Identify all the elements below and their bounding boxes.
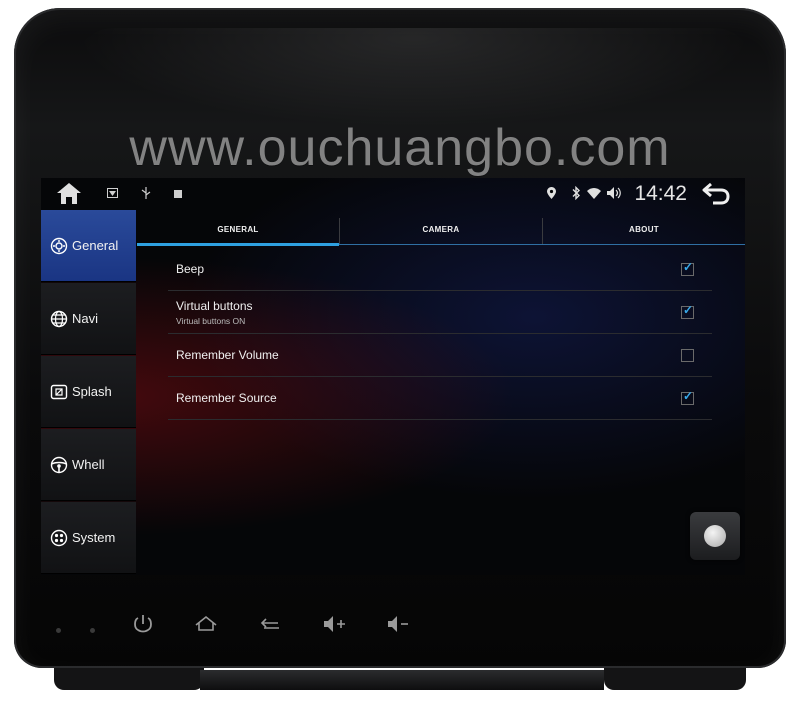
setting-row-virtual-buttons[interactable]: Virtual buttons Virtual buttons ON ✓ (168, 291, 712, 334)
setting-row-remember-source[interactable]: Remember Source ✓ (168, 377, 712, 420)
remember-volume-checkbox[interactable] (681, 349, 694, 362)
location-icon (547, 187, 556, 202)
power-icon[interactable] (130, 612, 156, 636)
remember-source-checkbox[interactable]: ✓ (681, 389, 694, 405)
usb-icon (141, 187, 151, 202)
sidebar-item-system[interactable]: System (41, 502, 136, 574)
checkmark-icon: ✓ (683, 260, 694, 274)
setting-subtitle: Virtual buttons ON (176, 316, 246, 326)
tab-general[interactable]: GENERAL (137, 216, 339, 246)
setting-title: Beep (176, 262, 205, 276)
gear-icon (50, 237, 68, 254)
sidebar-item-label: System (72, 530, 116, 545)
volume-icon (607, 187, 621, 202)
image-icon (50, 384, 68, 399)
indicator-led (56, 628, 61, 633)
system-icon (50, 529, 68, 546)
volume-up-icon[interactable] (322, 612, 348, 636)
assistive-knob-icon (704, 525, 726, 547)
settings-tabs: GENERAL CAMERA ABOUT (137, 216, 745, 248)
back-arrow-icon[interactable] (701, 180, 731, 206)
wifi-icon (587, 187, 601, 202)
sidebar-item-label: General (72, 238, 119, 253)
watermark: www.ouchuangbo.com (129, 119, 671, 177)
mount-foot-left (54, 668, 204, 690)
sidebar-item-whell[interactable]: Whell (41, 429, 136, 501)
bezel-sheen (74, 28, 754, 128)
screenshot-icon (107, 188, 118, 201)
settings-sidebar: General Navi Splash Whell System (41, 210, 137, 575)
bottom-trim (200, 670, 604, 690)
setting-title: Remember Source (176, 391, 277, 405)
floating-assistive-button[interactable] (690, 512, 740, 560)
setting-row-beep[interactable]: Beep ✓ (168, 248, 712, 291)
sidebar-item-label: Splash (72, 384, 112, 399)
tab-camera[interactable]: CAMERA (340, 216, 542, 246)
screen: 14:42 General Navi Splash Whell System G… (41, 178, 745, 575)
indicator-led (90, 628, 95, 633)
volume-down-icon[interactable] (386, 612, 412, 636)
steering-wheel-icon (50, 456, 68, 473)
tab-active-indicator (137, 243, 339, 246)
sidebar-item-splash[interactable]: Splash (41, 356, 136, 428)
home-icon[interactable] (193, 612, 219, 636)
setting-title: Virtual buttons (176, 299, 253, 313)
sidebar-item-label: Whell (72, 457, 105, 472)
globe-icon (50, 310, 68, 327)
checkmark-icon: ✓ (683, 303, 694, 317)
notification-icon (174, 189, 182, 201)
settings-list: Beep ✓ Virtual buttons Virtual buttons O… (168, 248, 712, 420)
back-icon[interactable] (258, 612, 284, 636)
bluetooth-icon (571, 185, 581, 203)
setting-row-remember-volume[interactable]: Remember Volume (168, 334, 712, 377)
sidebar-item-navi[interactable]: Navi (41, 283, 136, 355)
checkmark-icon: ✓ (683, 389, 694, 403)
virtual-buttons-checkbox[interactable]: ✓ (681, 303, 694, 319)
status-clock: 14:42 (634, 182, 687, 205)
tab-about[interactable]: ABOUT (543, 216, 745, 246)
mount-foot-right (604, 668, 746, 690)
status-bar: 14:42 (41, 178, 745, 210)
sidebar-item-label: Navi (72, 311, 99, 326)
home-icon[interactable] (55, 180, 83, 209)
sidebar-item-general[interactable]: General (41, 210, 136, 282)
setting-title: Remember Volume (176, 348, 279, 362)
beep-checkbox[interactable]: ✓ (681, 260, 694, 276)
